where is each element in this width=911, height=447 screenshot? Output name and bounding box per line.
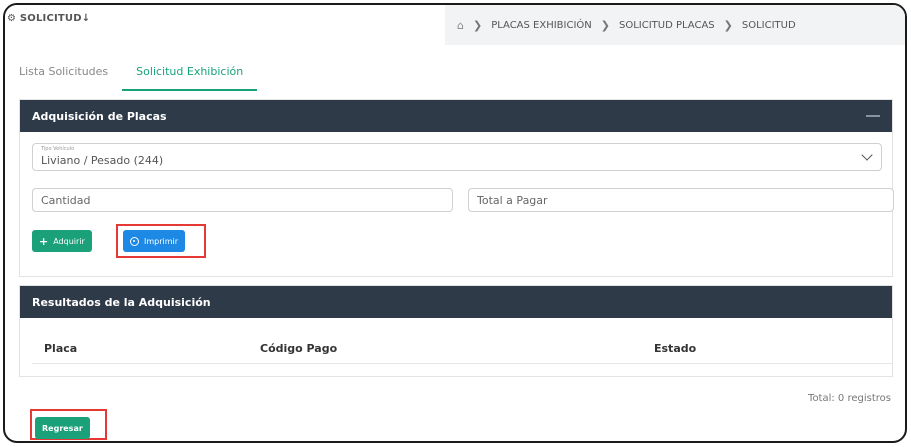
panel-title: Resultados de la Adquisición <box>32 295 211 309</box>
vehicle-type-select[interactable]: Tipo Vehículo Liviano / Pesado (244) <box>32 143 882 171</box>
chevron-down-icon[interactable]: ↓ <box>82 13 91 24</box>
column-header-codigo-pago[interactable]: Código Pago <box>260 342 337 355</box>
acquisition-panel: Adquisición de Placas Tipo Vehículo Livi… <box>19 99 894 277</box>
tab-lista-solicitudes[interactable]: Lista Solicitudes <box>5 53 122 91</box>
chevron-down-icon[interactable] <box>861 149 873 161</box>
total-input[interactable] <box>468 188 894 212</box>
tab-solicitud-exhibicion[interactable]: Solicitud Exhibición <box>122 53 258 91</box>
breadcrumb: ⌂ ❯ PLACAS EXHIBICIÓN ❯ SOLICITUD PLACAS… <box>445 5 905 45</box>
collapse-icon[interactable] <box>866 115 880 117</box>
app-title: ⚙ SOLICITUD↓ <box>7 13 91 24</box>
home-icon[interactable]: ⌂ <box>457 19 464 32</box>
print-button[interactable]: Imprimir <box>123 230 186 252</box>
column-header-placa[interactable]: Placa <box>44 342 77 355</box>
chevron-right-icon: ❯ <box>600 18 610 32</box>
acquisition-panel-header: Adquisición de Placas <box>20 100 892 132</box>
window-frame: ⚙ SOLICITUD↓ ⌂ ❯ PLACAS EXHIBICIÓN ❯ SOL… <box>3 3 907 443</box>
results-panel-header: Resultados de la Adquisición <box>20 286 892 318</box>
acquire-button[interactable]: + Adquirir <box>32 230 92 252</box>
panel-title: Adquisición de Placas <box>32 109 167 123</box>
results-table-header: Placa Código Pago Estado <box>32 334 892 364</box>
tab-bar: Lista Solicitudes Solicitud Exhibición <box>5 53 905 91</box>
printer-icon <box>130 236 139 246</box>
back-button[interactable]: Regresar <box>35 417 90 439</box>
chevron-right-icon: ❯ <box>472 18 483 32</box>
breadcrumb-item-solicitud[interactable]: SOLICITUD <box>742 20 796 31</box>
column-header-estado[interactable]: Estado <box>654 342 696 355</box>
breadcrumb-item-placas[interactable]: PLACAS EXHIBICIÓN <box>491 20 592 31</box>
vehicle-type-value: Liviano / Pesado (244) <box>41 154 164 167</box>
vehicle-type-label: Tipo Vehículo <box>41 146 75 152</box>
quantity-input[interactable] <box>32 188 453 212</box>
record-count: Total: 0 registros <box>808 393 891 404</box>
breadcrumb-item-solicitud-placas[interactable]: SOLICITUD PLACAS <box>619 20 715 31</box>
top-header: ⚙ SOLICITUD↓ ⌂ ❯ PLACAS EXHIBICIÓN ❯ SOL… <box>5 5 905 45</box>
results-panel: Resultados de la Adquisición Placa Códig… <box>19 285 893 377</box>
chevron-right-icon: ❯ <box>723 18 733 32</box>
gear-icon: ⚙ <box>7 13 17 24</box>
plus-icon: + <box>39 234 49 248</box>
